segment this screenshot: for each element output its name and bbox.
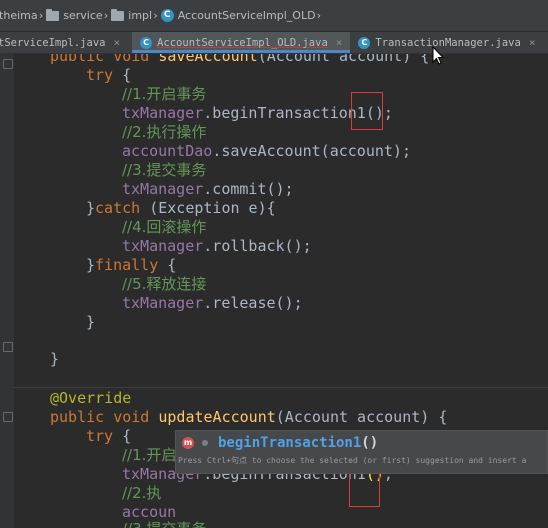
method-icon: m — [182, 437, 194, 449]
breadcrumb-item-impl[interactable]: impl — [111, 8, 153, 22]
tab-label: tServiceImpl.java — [0, 36, 106, 49]
class-icon: C — [358, 36, 371, 49]
editor-tabs: tServiceImpl.java × C AccountServiceImpl… — [0, 32, 548, 54]
code-comment: //5.释放连接 — [122, 275, 207, 293]
breadcrumb-label: service — [63, 9, 103, 22]
folder-icon — [46, 8, 60, 21]
code-line: try { — [86, 427, 132, 445]
chevron-right-icon: › — [37, 9, 45, 22]
mouse-cursor-icon — [432, 46, 444, 65]
breadcrumb-label: AccountServiceImpl_OLD — [177, 9, 316, 22]
editor-gutter[interactable] — [0, 54, 14, 528]
breadcrumb-item-class[interactable]: C AccountServiceImpl_OLD — [160, 9, 316, 22]
fold-icon[interactable] — [3, 412, 13, 422]
code-line: }finally { — [86, 256, 177, 274]
code-line: try { — [86, 66, 132, 84]
method-separator — [14, 387, 548, 388]
breadcrumb: itheima › service › impl › C AccountServ… — [0, 0, 548, 32]
code-line: public void updateAccount(Account accoun… — [50, 408, 448, 426]
autocomplete-item[interactable]: m beginTransaction1() — [176, 433, 547, 453]
code-comment: //2.执 — [122, 484, 162, 502]
tab-label: TransactionManager.java — [375, 36, 521, 49]
code-line: txManager.release(); — [122, 294, 303, 312]
code-comment: //3.提交事务 — [122, 520, 206, 528]
close-icon[interactable]: × — [336, 36, 343, 49]
fold-icon[interactable] — [3, 342, 13, 352]
code-comment: //3.提交事务 — [122, 161, 207, 179]
breadcrumb-item-itheima[interactable]: itheima — [0, 9, 38, 22]
fold-icon[interactable] — [3, 59, 13, 69]
class-icon: C — [160, 9, 174, 22]
chevron-right-icon: › — [315, 9, 323, 22]
code-line: txManager.commit(); — [122, 180, 294, 198]
breadcrumb-label: itheima — [0, 9, 38, 22]
code-line: public void saveAccount(Account account)… — [50, 54, 430, 65]
class-icon: C — [140, 36, 153, 49]
autocomplete-popup: m beginTransaction1() Press Ctrl+句点 to c… — [175, 430, 548, 474]
tab-serviceimpl[interactable]: tServiceImpl.java × — [0, 32, 132, 53]
folder-icon — [111, 8, 125, 21]
visibility-icon — [202, 440, 208, 446]
code-line: txManager.rollback(); — [122, 237, 312, 255]
tab-label: AccountServiceImpl_OLD.java — [157, 36, 328, 49]
code-editor[interactable]: public void saveAccount(Account account)… — [0, 54, 548, 528]
code-comment: //1.开启事务 — [122, 85, 207, 103]
code-line: } — [86, 313, 96, 331]
tab-accountserviceimpl-old[interactable]: C AccountServiceImpl_OLD.java × — [132, 32, 351, 53]
chevron-right-icon: › — [152, 9, 159, 22]
suggestion-text: beginTransaction1() — [218, 435, 379, 451]
code-comment: //4.回滚操作 — [122, 218, 207, 236]
code-line: }catch (Exception e){ — [86, 199, 276, 217]
breadcrumb-item-service[interactable]: service — [46, 8, 103, 22]
code-annotation: @Override — [50, 389, 132, 407]
close-icon[interactable]: × — [529, 36, 536, 49]
chevron-right-icon: › — [102, 9, 110, 22]
breadcrumb-label: impl — [128, 9, 153, 22]
code-comment: //2.执行操作 — [122, 123, 207, 141]
highlight-box — [351, 92, 383, 130]
code-line: } — [50, 350, 60, 368]
tab-transactionmanager[interactable]: C TransactionManager.java × — [350, 32, 543, 53]
autocomplete-hint: Press Ctrl+句点 to choose the selected (or… — [178, 456, 527, 465]
code-line: accountDao.saveAccount(account); — [122, 142, 411, 160]
close-icon[interactable]: × — [113, 36, 120, 49]
